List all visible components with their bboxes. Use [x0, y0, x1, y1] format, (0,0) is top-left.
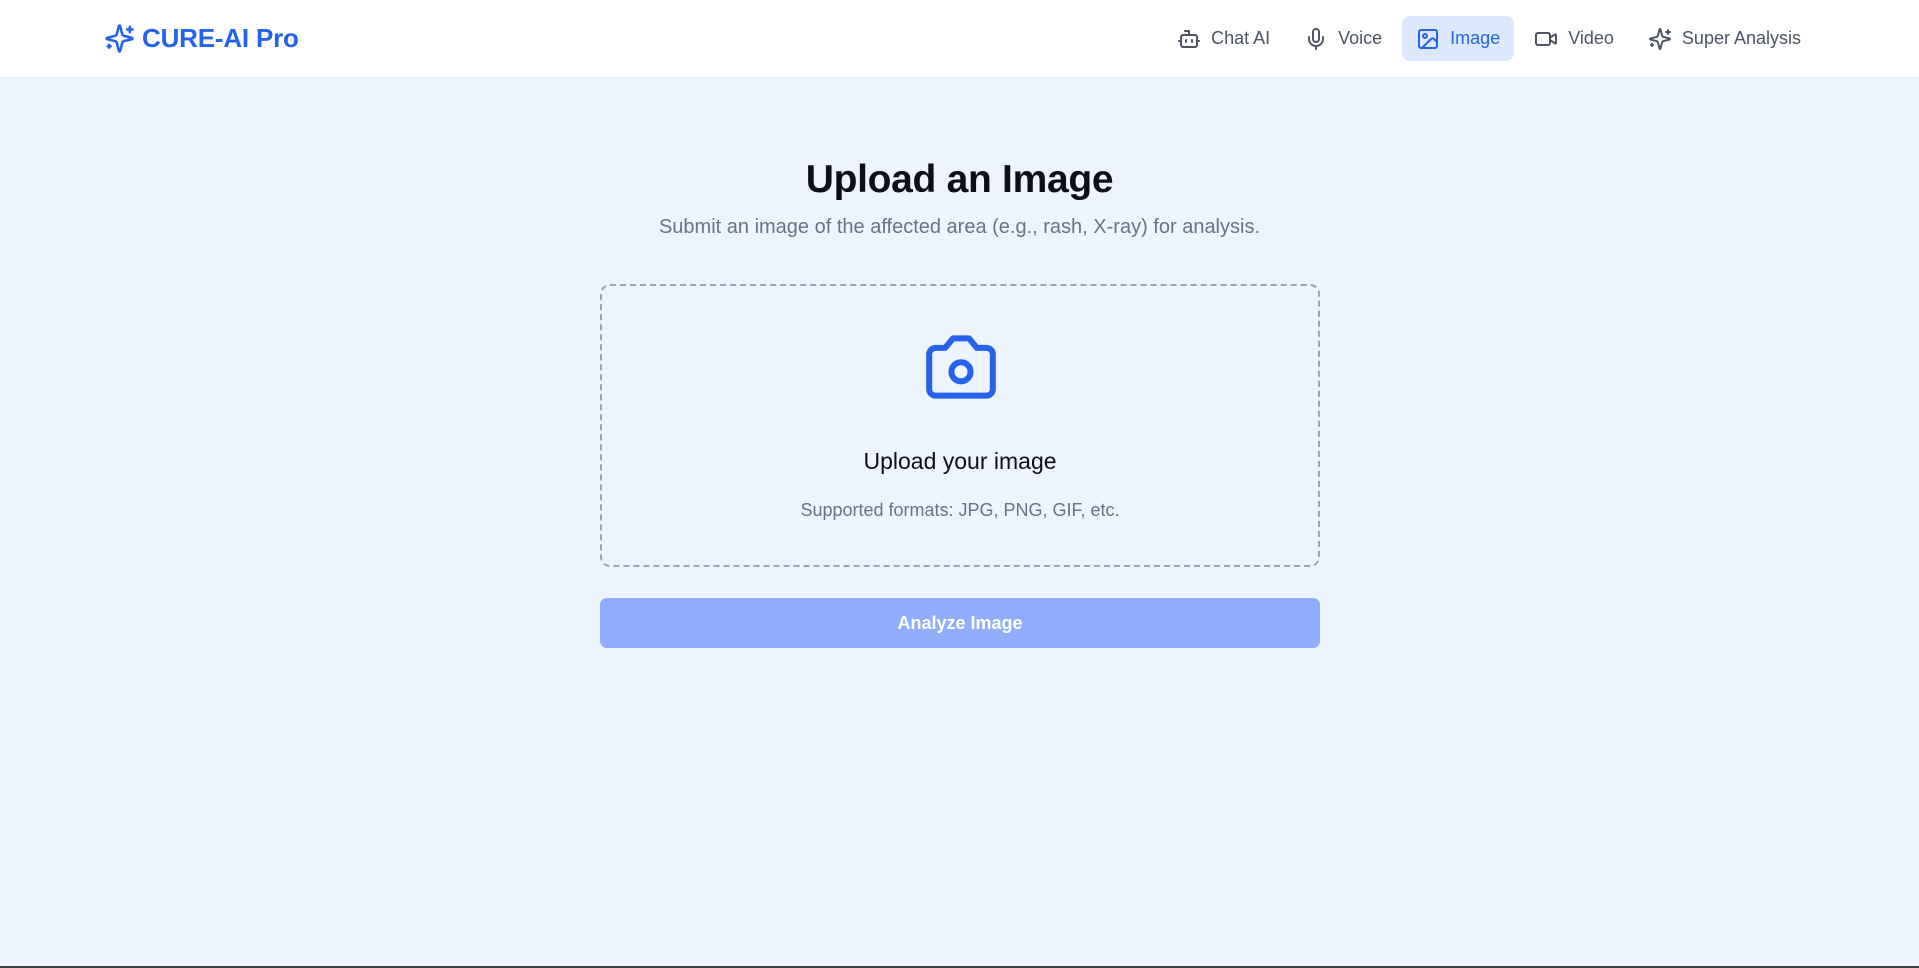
image-icon [1418, 28, 1439, 49]
nav-label: Super Analysis [1681, 28, 1801, 48]
nav-label: Chat AI [1211, 28, 1271, 48]
nav-label: Video [1568, 28, 1614, 48]
sparkles-icon [1648, 27, 1671, 50]
camera-icon [926, 335, 996, 399]
upload-title: Upload your image [863, 448, 1057, 474]
nav-item-voice[interactable]: Voice [1290, 16, 1396, 61]
nav-label: Image [1450, 28, 1501, 48]
analyze-image-button[interactable]: Analyze Image [600, 598, 1320, 648]
brand-logo[interactable]: CURE-AI Pro [104, 21, 299, 55]
nav-item-chat-ai[interactable]: Chat AI [1163, 16, 1284, 61]
supported-formats-hint: Supported formats: JPG, PNG, GIF, etc. [800, 500, 1120, 520]
nav-label: Voice [1338, 28, 1383, 48]
nav-item-image[interactable]: Image [1402, 16, 1515, 61]
microphone-icon [1308, 27, 1325, 50]
main-content: Upload an Image Submit an image of the a… [0, 78, 1919, 966]
page-title: Upload an Image [805, 158, 1114, 201]
page-subtitle: Submit an image of the affected area (e.… [658, 216, 1261, 238]
nav-item-super-analysis[interactable]: Super Analysis [1634, 16, 1815, 61]
video-camera-icon [1535, 31, 1558, 46]
nav-item-video[interactable]: Video [1520, 16, 1628, 61]
robot-icon [1178, 29, 1201, 48]
sparkles-icon [105, 23, 134, 53]
main-nav: Chat AI Voice Image Video Super Analysis [1163, 16, 1815, 61]
page: CURE-AI Pro Chat AI Voice Image Video Su… [0, 0, 1919, 968]
image-upload-dropzone[interactable]: Upload your image Supported formats: JPG… [600, 284, 1320, 567]
top-navbar: CURE-AI Pro Chat AI Voice Image Video Su… [0, 0, 1919, 78]
brand-name: CURE-AI Pro [142, 22, 299, 53]
